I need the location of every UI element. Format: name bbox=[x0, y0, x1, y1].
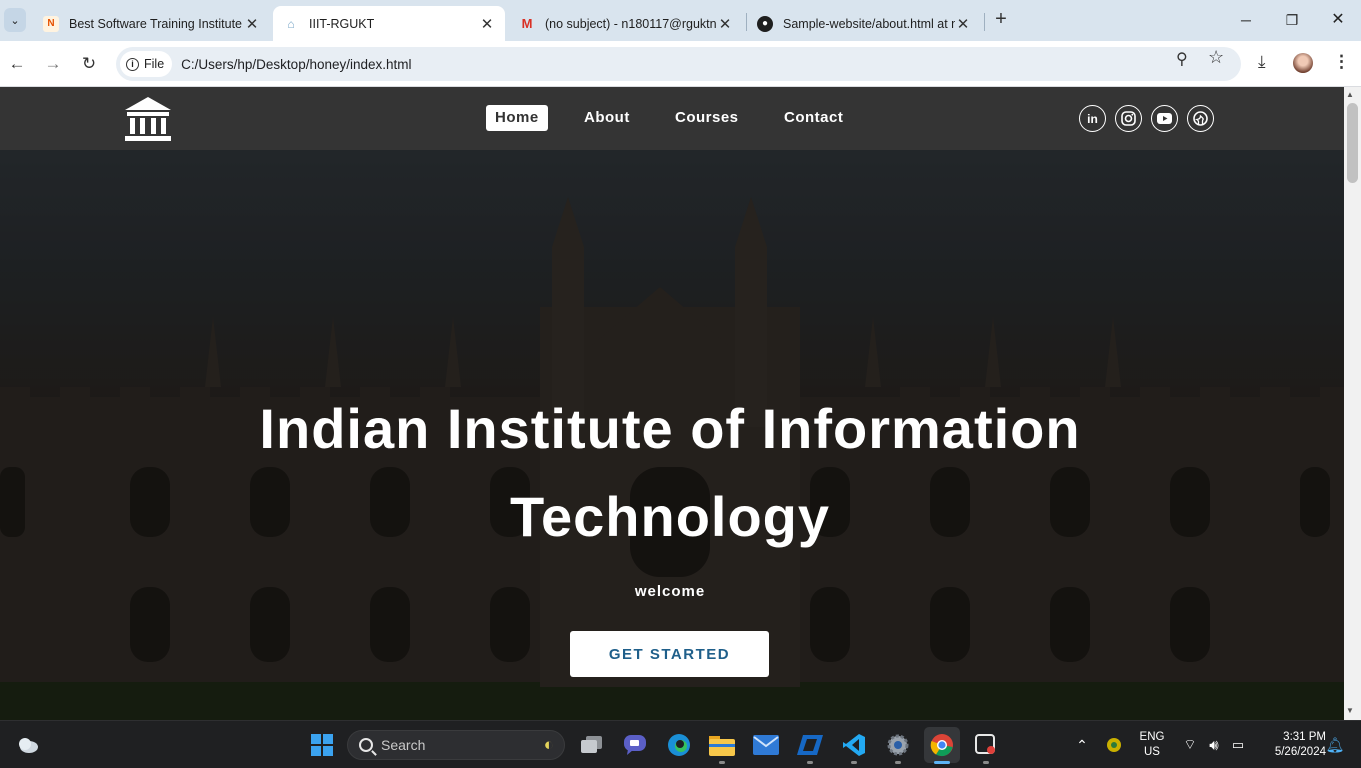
restore-icon[interactable]: ❐ bbox=[1278, 8, 1306, 32]
browser-tab-strip: ⌄ N Best Software Training Institute ✕ ⌂… bbox=[0, 0, 1361, 41]
clock-time: 3:31 PM bbox=[1283, 731, 1326, 743]
tab-search-button[interactable]: ⌄ bbox=[4, 8, 26, 32]
weather-widget-icon[interactable] bbox=[14, 731, 42, 759]
download-icon[interactable]: ⤓ bbox=[1258, 52, 1266, 72]
menu-kebab-icon[interactable]: ⋮ bbox=[1333, 52, 1350, 72]
running-indicator bbox=[807, 761, 813, 764]
bookmark-star-icon[interactable]: ☆ bbox=[1208, 47, 1224, 68]
hero-title: Indian Institute of Information Technolo… bbox=[259, 397, 1081, 548]
forward-arrow-icon[interactable]: → bbox=[41, 52, 65, 76]
scroll-down-arrow-icon[interactable]: ▼ bbox=[1346, 706, 1354, 715]
vscode-icon[interactable] bbox=[840, 731, 868, 759]
clock[interactable]: 3:31 PM 5/26/2024 bbox=[1256, 730, 1326, 760]
notification-bell-icon[interactable]: 🔔︎ bbox=[1321, 731, 1349, 759]
profile-avatar[interactable] bbox=[1293, 53, 1313, 73]
back-arrow-icon[interactable]: ← bbox=[5, 52, 29, 76]
browser-tab[interactable]: ● Sample-website/about.html at m ✕ bbox=[747, 6, 981, 41]
tab-close-icon[interactable]: ✕ bbox=[479, 15, 495, 33]
site-info-chip[interactable]: i File bbox=[120, 51, 173, 77]
browser-tab[interactable]: M (no subject) - n180117@rguktn ✕ bbox=[509, 6, 743, 41]
site-navbar: Home About Courses Contact in bbox=[0, 87, 1344, 150]
site-info-label: File bbox=[144, 57, 165, 71]
tab-close-icon[interactable]: ✕ bbox=[244, 15, 260, 33]
github-icon: ● bbox=[757, 15, 773, 32]
running-indicator bbox=[983, 761, 989, 764]
get-started-button[interactable]: GET STARTED bbox=[570, 631, 769, 677]
chrome-icon[interactable] bbox=[924, 727, 960, 763]
youtube-icon[interactable] bbox=[1151, 105, 1178, 132]
browser-tab-active[interactable]: ⌂ IIIT-RGUKT ✕ bbox=[273, 6, 505, 41]
linkedin-glyph: in bbox=[1087, 111, 1098, 126]
tab-close-icon[interactable]: ✕ bbox=[717, 15, 733, 33]
keyboard-region: US bbox=[1144, 746, 1160, 758]
show-hidden-icons-chevron-icon[interactable]: ⌃ bbox=[1068, 731, 1096, 759]
tab-title: (no subject) - n180117@rguktn bbox=[545, 16, 717, 31]
nav-contact[interactable]: Contact bbox=[775, 105, 852, 131]
taskbar-search[interactable]: Search ◐ bbox=[347, 730, 565, 760]
hero-subtitle: welcome bbox=[634, 583, 706, 600]
clock-date: 5/26/2024 bbox=[1274, 746, 1326, 758]
running-indicator bbox=[851, 761, 857, 764]
browser-tab[interactable]: N Best Software Training Institute ✕ bbox=[33, 6, 270, 41]
instagram-icon[interactable] bbox=[1115, 105, 1142, 132]
language-code: ENG bbox=[1139, 731, 1165, 743]
mail-app-icon[interactable] bbox=[752, 731, 780, 759]
tab-title: Sample-website/about.html at m bbox=[783, 16, 955, 31]
settings-gear-icon[interactable] bbox=[884, 731, 912, 759]
tab-title: Best Software Training Institute bbox=[69, 16, 243, 31]
address-bar[interactable]: i File C:/Users/hp/Desktop/honey/index.h… bbox=[116, 47, 1241, 81]
reload-icon[interactable]: ↻ bbox=[77, 52, 101, 76]
info-icon: i bbox=[126, 57, 139, 71]
running-indicator bbox=[895, 761, 901, 764]
scrollbar-thumb[interactable] bbox=[1347, 103, 1358, 183]
snipping-tool-icon[interactable] bbox=[972, 731, 1000, 759]
search-icon bbox=[359, 738, 373, 752]
windows-start-icon[interactable] bbox=[308, 731, 336, 759]
tab-favicon-icon: ⌂ bbox=[287, 16, 295, 31]
institution-logo-icon[interactable] bbox=[125, 97, 171, 141]
tab-title: IIIT-RGUKT bbox=[309, 16, 375, 31]
close-window-icon[interactable]: ✕ bbox=[1324, 8, 1352, 32]
browser-toolbar: ← → ↻ i File C:/Users/hp/Desktop/honey/i… bbox=[0, 41, 1361, 87]
windows-taskbar: Search ◐ ⌃ ENG US ⌔ 🔊︎ ▭ 3:31 PM 5/26/20… bbox=[0, 720, 1361, 768]
page-viewport: Home About Courses Contact in Indian Ins… bbox=[0, 87, 1344, 720]
file-explorer-icon[interactable] bbox=[708, 731, 736, 759]
tab-close-icon[interactable]: ✕ bbox=[955, 15, 971, 33]
battery-icon[interactable]: ▭ bbox=[1224, 731, 1252, 759]
zoom-icon[interactable]: ⚲ bbox=[1176, 49, 1188, 69]
nav-about[interactable]: About bbox=[575, 105, 639, 131]
linkedin-icon[interactable]: in bbox=[1079, 105, 1106, 132]
github-icon[interactable] bbox=[1187, 105, 1214, 132]
task-view-icon[interactable] bbox=[578, 731, 606, 759]
tray-app-icon[interactable] bbox=[1100, 731, 1128, 759]
edge-browser-icon[interactable] bbox=[665, 731, 693, 759]
scroll-up-arrow-icon[interactable]: ▲ bbox=[1346, 90, 1354, 99]
gmail-icon: M bbox=[521, 16, 533, 31]
new-tab-button[interactable]: + bbox=[991, 9, 1011, 31]
language-indicator[interactable]: ENG US bbox=[1132, 730, 1172, 760]
chat-app-icon[interactable] bbox=[621, 731, 649, 759]
taskbar-search-placeholder: Search bbox=[381, 737, 426, 753]
active-app-indicator bbox=[934, 761, 950, 764]
nav-home[interactable]: Home bbox=[486, 105, 548, 131]
tab-favicon-icon: N bbox=[43, 15, 59, 32]
nav-courses[interactable]: Courses bbox=[666, 105, 748, 131]
url-text[interactable]: C:/Users/hp/Desktop/honey/index.html bbox=[181, 57, 411, 72]
power-automate-icon[interactable] bbox=[796, 731, 824, 759]
search-highlight-icon: ◐ bbox=[543, 735, 554, 754]
minimize-icon[interactable]: ─ bbox=[1232, 8, 1260, 32]
tab-separator bbox=[984, 13, 985, 31]
running-indicator bbox=[719, 761, 725, 764]
